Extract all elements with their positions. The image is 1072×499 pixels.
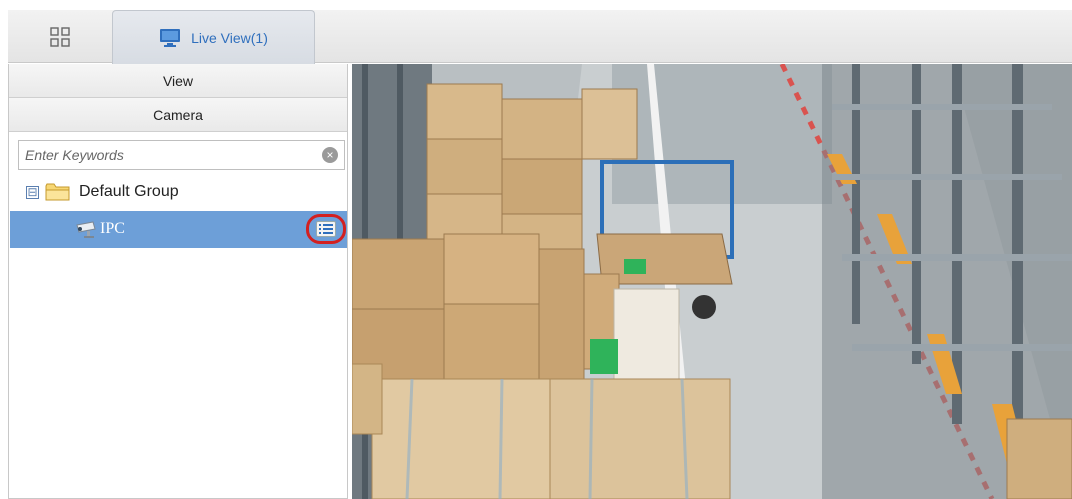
tree-item-label: IPC	[100, 220, 125, 237]
folder-icon	[45, 183, 70, 201]
view-header[interactable]: View	[9, 64, 347, 98]
item-menu-button[interactable]	[306, 214, 346, 244]
tree-group-default[interactable]: ⊟ Default Group	[26, 178, 179, 206]
grid-icon	[49, 26, 70, 47]
group-label: Default Group	[79, 183, 179, 200]
warehouse-video-feed	[352, 64, 1072, 499]
clear-search-icon[interactable]: ×	[322, 147, 338, 163]
live-view-app: Live View(1) View Camera × ⊟ Default Gro…	[0, 0, 1072, 499]
monitor-icon	[160, 28, 181, 47]
tree-item-ipc[interactable]: IPC	[10, 211, 347, 248]
list-icon	[319, 224, 333, 234]
tab-bar: Live View(1)	[8, 10, 1072, 64]
tab-live-view[interactable]: Live View(1)	[112, 10, 315, 64]
search-box: ×	[18, 140, 345, 170]
resource-panel: View Camera × ⊟ Default Group IPC	[8, 64, 348, 499]
camera-icon	[76, 221, 96, 238]
tab-live-view-label: Live View(1)	[191, 29, 268, 46]
live-video-window[interactable]	[352, 64, 1072, 499]
search-input[interactable]	[25, 147, 322, 163]
tab-home[interactable]	[8, 10, 111, 63]
camera-header[interactable]: Camera	[9, 98, 347, 132]
collapse-icon[interactable]: ⊟	[26, 185, 39, 199]
